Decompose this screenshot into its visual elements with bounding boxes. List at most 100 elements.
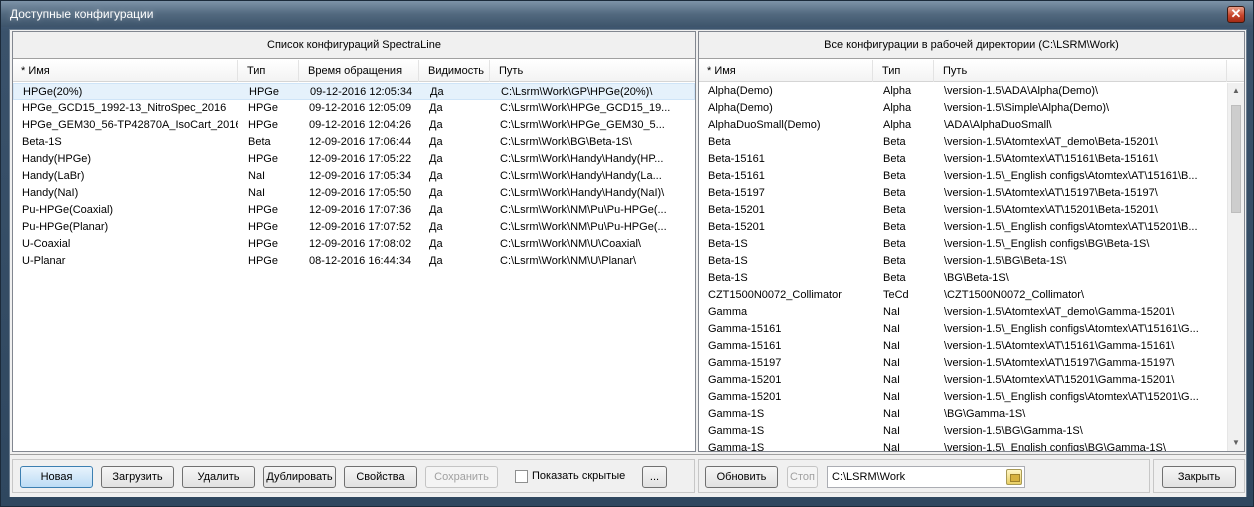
table-cell: Да	[429, 221, 443, 233]
table-row[interactable]: Alpha(Demo) Alpha \version-1.5\Simple\Alph…	[699, 100, 1227, 117]
table-row[interactable]: Beta-1S Beta \version-1.5\BG\Beta-1S\	[699, 253, 1227, 270]
table-cell: Pu-HPGe(Planar)	[22, 221, 109, 233]
column-name[interactable]: * Имя	[699, 60, 873, 82]
column-name[interactable]: * Имя	[13, 60, 238, 82]
work-directory-field[interactable]: C:\LSRM\Work	[827, 466, 1025, 488]
table-cell: HPGe(20%)	[23, 86, 83, 98]
folder-icon[interactable]	[1006, 469, 1022, 485]
table-cell: Handy(HPGe)	[22, 153, 92, 165]
left-column-header: * Имя Тип Время обращения Видимость Путь	[13, 60, 695, 82]
table-row[interactable]: HPGe(20%) HPGe 09-12-2016 12:05:34 Да C:\Lsr…	[13, 83, 695, 100]
table-cell: Beta-15161	[708, 170, 765, 182]
table-row[interactable]: Beta-15201 Beta \version-1.5\_English conf…	[699, 219, 1227, 236]
table-row[interactable]: Beta-1S Beta 12-09-2016 17:06:44 Да C:\Lsrm\…	[13, 134, 695, 151]
close-window-button[interactable]: ✕	[1227, 6, 1245, 23]
table-row[interactable]: HPGe_GEM30_56-TP42870A_IsoCart_2016 HPGe 0…	[13, 117, 695, 134]
table-cell: NaI	[883, 357, 901, 369]
table-cell: \BG\Gamma-1S\	[944, 408, 1026, 420]
table-cell: NaI	[883, 442, 901, 451]
table-cell: NaI	[883, 306, 901, 318]
table-cell: 09-12-2016 12:05:34	[310, 86, 413, 98]
close-button[interactable]: Закрыть	[1162, 466, 1236, 488]
delete-button[interactable]: Удалить	[182, 466, 255, 488]
table-cell: Да	[429, 102, 443, 114]
table-row[interactable]: Gamma-1S NaI \version-1.5\_English configs…	[699, 440, 1227, 451]
column-access-time[interactable]: Время обращения	[300, 60, 419, 82]
table-row[interactable]: Alpha(Demo) Alpha \version-1.5\ADA\Alpha(D…	[699, 83, 1227, 100]
table-cell: \version-1.5\Atomtex\AT\15161\Beta-15161…	[944, 153, 1158, 165]
work-directory-value: C:\LSRM\Work	[832, 471, 906, 483]
table-row[interactable]: Beta-15161 Beta \version-1.5\Atomtex\AT\15…	[699, 151, 1227, 168]
table-row[interactable]: Beta-15201 Beta \version-1.5\Atomtex\AT\15…	[699, 202, 1227, 219]
column-path[interactable]: Путь	[935, 60, 1227, 82]
refresh-button[interactable]: Обновить	[705, 466, 778, 488]
table-row[interactable]: U-Planar HPGe 08-12-2016 16:44:34 Да C:\Lsrm…	[13, 253, 695, 270]
table-cell: HPGe	[248, 238, 278, 250]
scroll-down-arrow-icon[interactable]: ▼	[1228, 435, 1244, 451]
table-row[interactable]: U-Coaxial HPGe 12-09-2016 17:08:02 Да C:\Lsr…	[13, 236, 695, 253]
column-visibility[interactable]: Видимость	[420, 60, 490, 82]
table-cell: Gamma-15161	[708, 323, 782, 335]
table-row[interactable]: Gamma-15197 NaI \version-1.5\Atomtex\AT\15…	[699, 355, 1227, 372]
duplicate-button[interactable]: Дублировать	[263, 466, 336, 488]
table-row[interactable]: Beta Beta \version-1.5\Atomtex\AT_demo\Bet…	[699, 134, 1227, 151]
table-row[interactable]: Handy(HPGe) HPGe 12-09-2016 17:05:22 Да C:\L…	[13, 151, 695, 168]
table-row[interactable]: Gamma-1S NaI \BG\Gamma-1S\	[699, 406, 1227, 423]
table-cell: NaI	[883, 323, 901, 335]
table-cell: \version-1.5\Atomtex\AT\15197\Gamma-1519…	[944, 357, 1175, 369]
scroll-thumb[interactable]	[1231, 105, 1241, 213]
table-row[interactable]: Handy(NaI) NaI 12-09-2016 17:05:50 Да C:\Lsr…	[13, 185, 695, 202]
table-cell: \version-1.5\_English configs\Atomtex\AT…	[944, 323, 1199, 335]
stop-button[interactable]: Стоп	[787, 466, 818, 488]
column-type[interactable]: Тип	[874, 60, 934, 82]
vertical-scrollbar[interactable]: ▲ ▼	[1227, 83, 1244, 451]
table-row[interactable]: Beta-1S Beta \version-1.5\_English configs…	[699, 236, 1227, 253]
table-cell: C:\Lsrm\Work\Handy\Handy(NaI)\	[500, 187, 665, 199]
table-cell: Beta	[883, 221, 906, 233]
table-cell: Gamma-1S	[708, 425, 765, 437]
table-cell: NaI	[248, 187, 266, 199]
table-row[interactable]: Gamma-15161 NaI \version-1.5\_English conf…	[699, 321, 1227, 338]
table-row[interactable]: Beta-15161 Beta \version-1.5\_English conf…	[699, 168, 1227, 185]
table-row[interactable]: AlphaDuoSmall(Demo) Alpha \ADA\AlphaDuoSma…	[699, 117, 1227, 134]
table-row[interactable]: CZT1500N0072_Collimator TeCd \CZT1500N0072…	[699, 287, 1227, 304]
table-row[interactable]: Gamma-15161 NaI \version-1.5\Atomtex\AT\15…	[699, 338, 1227, 355]
table-cell: C:\Lsrm\Work\GP\HPGe(20%)\	[501, 86, 653, 98]
more-options-button[interactable]: ...	[642, 466, 667, 488]
table-row[interactable]: Handy(LaBr) NaI 12-09-2016 17:05:34 Да C:\Ls…	[13, 168, 695, 185]
bottom-toolbar: Новая Загрузить Удалить Дублировать Свой…	[10, 454, 1246, 497]
table-row[interactable]: Beta-15197 Beta \version-1.5\Atomtex\AT\15…	[699, 185, 1227, 202]
table-row[interactable]: Gamma-15201 NaI \version-1.5\Atomtex\AT\15…	[699, 372, 1227, 389]
save-button[interactable]: Сохранить	[425, 466, 498, 488]
table-cell: Да	[429, 204, 443, 216]
table-cell: U-Planar	[22, 255, 66, 267]
table-cell: Alpha	[883, 102, 912, 114]
show-hidden-label[interactable]: Показать скрытые	[532, 469, 625, 484]
table-row[interactable]: Gamma-15201 NaI \version-1.5\_English conf…	[699, 389, 1227, 406]
new-button[interactable]: Новая	[20, 466, 93, 488]
load-button[interactable]: Загрузить	[101, 466, 174, 488]
scroll-up-arrow-icon[interactable]: ▲	[1228, 83, 1244, 99]
table-row[interactable]: Gamma NaI \version-1.5\Atomtex\AT_demo\Gam…	[699, 304, 1227, 321]
table-row[interactable]: Gamma-1S NaI \version-1.5\BG\Gamma-1S\	[699, 423, 1227, 440]
table-cell: HPGe_GEM30_56-TP42870A_IsoCart_2016	[22, 119, 238, 131]
left-config-list: HPGe(20%) HPGe 09-12-2016 12:05:34 Да C:\Lsr…	[13, 83, 695, 270]
table-cell: \ADA\AlphaDuoSmall\	[944, 119, 1052, 131]
table-cell: C:\Lsrm\Work\NM\Pu\Pu-HPGe(...	[500, 221, 667, 233]
table-cell: Beta	[883, 272, 906, 284]
table-row[interactable]: Pu-HPGe(Planar) HPGe 12-09-2016 17:07:52 Да…	[13, 219, 695, 236]
table-cell: 12-09-2016 17:08:02	[309, 238, 412, 250]
table-cell: Gamma	[708, 306, 748, 318]
window-title: Доступные конфигурации	[10, 7, 154, 21]
column-path[interactable]: Путь	[491, 60, 696, 82]
right-panel-title: Все конфигурации в рабочей директории (C…	[699, 32, 1244, 59]
table-cell: C:\Lsrm\Work\BG\Beta-1S\	[500, 136, 632, 148]
table-cell: \version-1.5\_English configs\BG\Gamma-1…	[944, 442, 1166, 451]
title-bar[interactable]: Доступные конфигурации ✕	[1, 1, 1253, 27]
show-hidden-checkbox[interactable]	[515, 470, 528, 483]
column-type[interactable]: Тип	[239, 60, 299, 82]
table-row[interactable]: Pu-HPGe(Coaxial) HPGe 12-09-2016 17:07:36 Д…	[13, 202, 695, 219]
table-row[interactable]: Beta-1S Beta \BG\Beta-1S\	[699, 270, 1227, 287]
properties-button[interactable]: Свойства	[344, 466, 417, 488]
table-row[interactable]: HPGe_GCD15_1992-13_NitroSpec_2016 HPGe 09-…	[13, 100, 695, 117]
